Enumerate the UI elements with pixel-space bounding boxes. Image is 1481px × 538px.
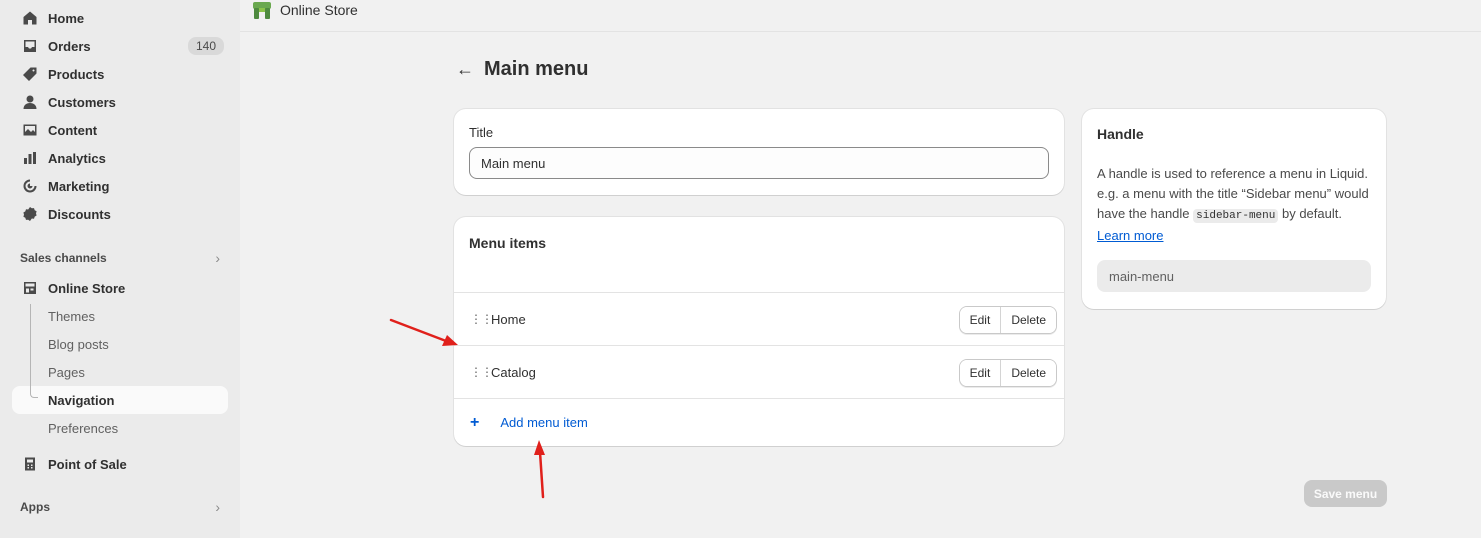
add-menu-item-button[interactable]: + Add menu item (454, 398, 1064, 446)
sidebar-item-home[interactable]: Home (12, 4, 228, 32)
handle-value-field[interactable]: main-menu (1097, 260, 1371, 292)
menu-item-label: Home (491, 311, 526, 327)
page-header: ← Main menu (456, 58, 588, 81)
store-icon (20, 278, 40, 298)
sidebar-item-label: Customers (48, 94, 116, 110)
drag-handle-icon[interactable]: ⋮⋮ (470, 365, 493, 379)
sidebar-item-discounts[interactable]: Discounts (12, 200, 228, 228)
tag-icon (20, 64, 40, 84)
sidebar-item-marketing[interactable]: Marketing (12, 172, 228, 200)
target-icon (20, 176, 40, 196)
sidebar-subitem-navigation[interactable]: Navigation (12, 386, 228, 414)
orders-count-badge: 140 (187, 37, 224, 55)
person-icon (20, 92, 40, 112)
menu-item-row[interactable]: ⋮⋮ Catalog Edit Delete (454, 345, 1064, 398)
sidebar-item-label: Orders (48, 38, 91, 54)
sidebar-item-analytics[interactable]: Analytics (12, 144, 228, 172)
drag-handle-icon[interactable]: ⋮⋮ (470, 312, 493, 326)
sidebar-subitem-pages[interactable]: Pages (12, 358, 228, 386)
menu-item-label: Catalog (491, 364, 536, 380)
title-input[interactable] (469, 147, 1049, 179)
discount-icon (20, 204, 40, 224)
home-icon (20, 8, 40, 28)
delete-button[interactable]: Delete (1000, 307, 1056, 333)
tree-hook (30, 392, 38, 398)
menu-items-title: Menu items (469, 235, 547, 251)
sidebar-item-customers[interactable]: Customers (12, 88, 228, 116)
pos-icon (20, 454, 40, 474)
sales-channels-header[interactable]: Sales channels › (12, 244, 228, 272)
sidebar-subitem-preferences[interactable]: Preferences (12, 414, 228, 442)
menu-item-actions: Edit Delete (958, 359, 1057, 387)
title-card: Title (454, 109, 1064, 195)
page-title: Main menu (484, 58, 589, 80)
save-menu-button[interactable]: Save menu (1304, 480, 1387, 507)
sidebar-subitem-blog-posts[interactable]: Blog posts (12, 330, 228, 358)
bar-chart-icon (20, 148, 40, 168)
annotation-arrow-to-divider (389, 318, 458, 346)
handle-code-sample: sidebar-menu (1193, 209, 1279, 223)
add-menu-item-label: Add menu item (500, 415, 588, 430)
apps-header[interactable]: Apps › (12, 493, 228, 521)
image-icon (20, 120, 40, 140)
sidebar-item-label: Marketing (48, 178, 110, 194)
sidebar-item-label: Analytics (48, 150, 106, 166)
sidebar-item-online-store[interactable]: Online Store (12, 274, 228, 302)
handle-card: Handle A handle is used to reference a m… (1082, 109, 1386, 309)
sidebar-item-label: Online Store (48, 280, 126, 296)
sales-channels-label: Sales channels (20, 251, 107, 265)
menu-items-card: Menu items ⋮⋮ Home Edit Delete ⋮⋮ Catalo… (454, 217, 1064, 446)
sidebar-item-orders[interactable]: Orders 140 (12, 32, 228, 60)
sidebar-item-products[interactable]: Products (12, 60, 228, 88)
sidebar: Home Orders 140 Products Customers Conte… (0, 0, 240, 538)
annotation-arrow-to-add-item (534, 440, 545, 499)
online-store-logo-icon (253, 1, 271, 19)
handle-description-text-end: by default. (1278, 206, 1342, 221)
menu-item-actions: Edit Delete (958, 306, 1057, 334)
topbar-title: Online Store (280, 1, 358, 18)
sidebar-item-point-of-sale[interactable]: Point of Sale (12, 450, 228, 478)
tree-line (30, 304, 31, 392)
learn-more-link[interactable]: Learn more (1097, 228, 1163, 243)
edit-button[interactable]: Edit (959, 360, 1001, 386)
topbar: Online Store (240, 0, 1481, 32)
edit-button[interactable]: Edit (959, 307, 1001, 333)
handle-description: A handle is used to reference a menu in … (1097, 164, 1371, 246)
sidebar-item-label: Point of Sale (48, 456, 127, 472)
sidebar-subitem-themes[interactable]: Themes (12, 302, 228, 330)
handle-title: Handle (1097, 126, 1144, 142)
sidebar-item-label: Discounts (48, 206, 111, 222)
sidebar-item-label: Products (48, 66, 105, 82)
inbox-icon (20, 36, 40, 56)
back-arrow-icon[interactable]: ← (456, 59, 474, 80)
sidebar-item-label: Home (48, 10, 85, 26)
sidebar-item-content[interactable]: Content (12, 116, 228, 144)
plus-icon: + (470, 413, 480, 431)
chevron-right-icon: › (215, 250, 220, 266)
chevron-right-icon: › (215, 499, 220, 515)
delete-button[interactable]: Delete (1000, 360, 1056, 386)
sidebar-item-label: Content (48, 122, 98, 138)
menu-item-row[interactable]: ⋮⋮ Home Edit Delete (454, 292, 1064, 345)
apps-label: Apps (20, 500, 50, 514)
title-label: Title (469, 125, 494, 140)
